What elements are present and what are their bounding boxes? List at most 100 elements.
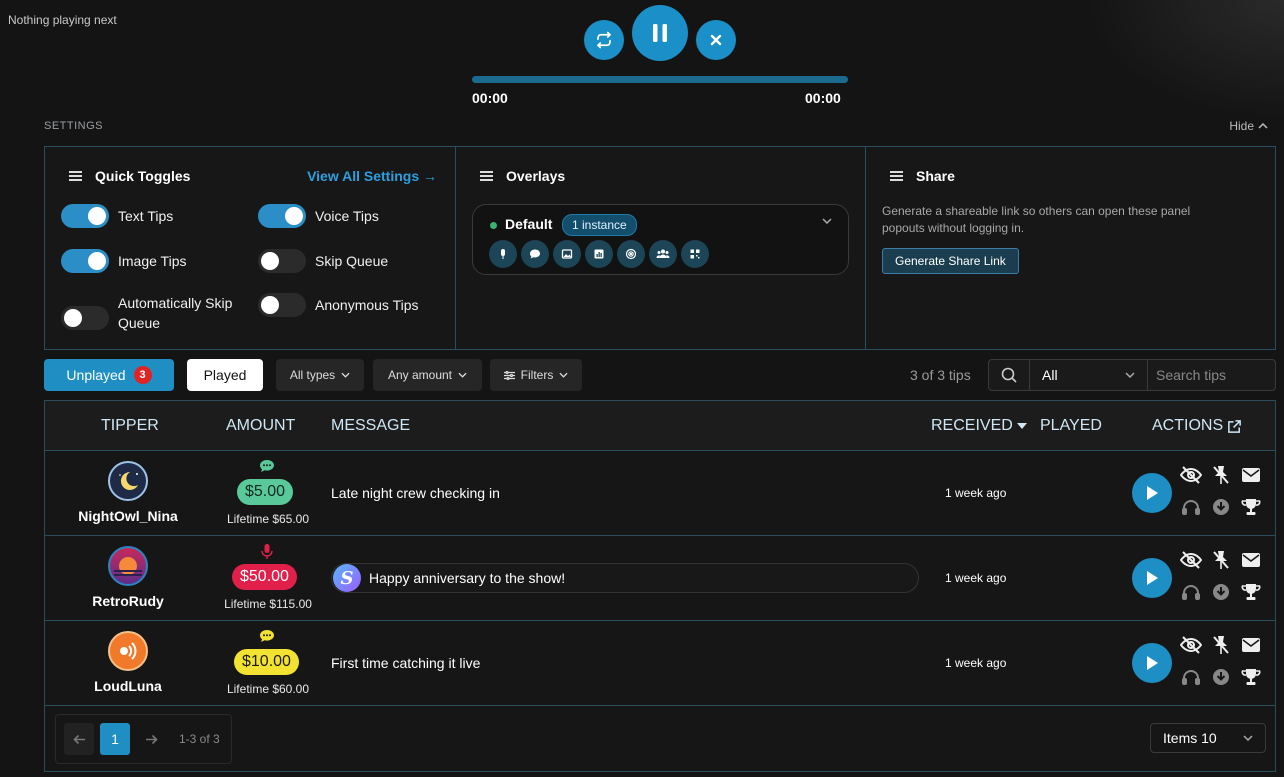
chevron-down-icon xyxy=(1125,372,1135,378)
microphone-icon[interactable] xyxy=(489,240,517,268)
share-label: Share xyxy=(916,168,955,184)
toggle-label: Voice Tips xyxy=(315,208,379,224)
toggle-switch[interactable] xyxy=(61,249,109,273)
overlays-panel: Overlays Default 1 instance xyxy=(456,147,866,349)
hide-tip-button[interactable] xyxy=(1180,464,1202,486)
message-tipper-button[interactable] xyxy=(1240,464,1262,486)
toggle-text-tips[interactable]: Text Tips xyxy=(61,204,173,228)
toggle-image-tips[interactable]: Image Tips xyxy=(61,249,186,273)
listen-tip-button[interactable] xyxy=(1180,666,1202,688)
pin-off-icon xyxy=(1213,636,1229,654)
toggle-switch[interactable] xyxy=(61,204,109,228)
header-tipper[interactable]: TIPPER xyxy=(101,417,159,435)
received-label: RECEIVED xyxy=(931,417,1013,434)
award-tip-button[interactable] xyxy=(1240,666,1262,688)
tipper-name[interactable]: LoudLuna xyxy=(45,678,211,694)
search-icon xyxy=(1001,367,1017,383)
amount-filter-label: Any amount xyxy=(387,368,453,382)
eye-slash-icon xyxy=(1180,466,1202,484)
hide-tip-button[interactable] xyxy=(1180,634,1202,656)
target-icon[interactable] xyxy=(617,240,645,268)
status-dot xyxy=(490,222,497,229)
listen-tip-button[interactable] xyxy=(1180,496,1202,518)
tip-message: Happy anniversary to the show! xyxy=(369,570,566,586)
tipper-name[interactable]: RetroRudy xyxy=(45,593,211,609)
group-icon[interactable] xyxy=(649,240,677,268)
amount-badge: $50.00 xyxy=(232,564,297,590)
chat-icon[interactable] xyxy=(521,240,549,268)
lifetime-total: Lifetime $115.00 xyxy=(224,597,312,611)
items-per-page-select[interactable]: Items 10 xyxy=(1150,723,1266,753)
type-filter-dropdown[interactable]: All types xyxy=(276,359,364,391)
repeat-button[interactable] xyxy=(584,20,624,60)
hide-tip-button[interactable] xyxy=(1180,549,1202,571)
download-icon xyxy=(1213,669,1229,685)
download-tip-button[interactable] xyxy=(1210,666,1232,688)
played-tab[interactable]: Played xyxy=(187,359,263,391)
table-row: RetroRudy $50.00 Lifetime $115.00 S Happ… xyxy=(45,536,1275,621)
play-tip-button[interactable] xyxy=(1132,473,1172,513)
toggle-switch[interactable] xyxy=(258,249,306,273)
amount-filter-dropdown[interactable]: Any amount xyxy=(373,359,482,391)
header-played[interactable]: PLAYED xyxy=(1040,417,1102,435)
hide-settings-button[interactable]: Hide xyxy=(1229,119,1268,133)
headphones-icon xyxy=(1182,500,1200,515)
search-input[interactable]: Search tips xyxy=(1148,360,1275,390)
chevron-down-icon[interactable] xyxy=(822,218,832,224)
message-tipper-button[interactable] xyxy=(1240,634,1262,656)
unpin-tip-button[interactable] xyxy=(1210,549,1232,571)
overlays-label: Overlays xyxy=(506,168,566,184)
tipper-name[interactable]: NightOwl_Nina xyxy=(45,508,211,524)
qr-icon[interactable] xyxy=(681,240,709,268)
lifetime-total: Lifetime $60.00 xyxy=(226,682,310,696)
unpin-tip-button[interactable] xyxy=(1210,464,1232,486)
external-link-icon[interactable] xyxy=(1227,419,1242,434)
prev-page-button[interactable] xyxy=(64,723,94,755)
toggle-switch[interactable] xyxy=(258,293,306,317)
toggle-auto-skip-queue[interactable]: Automatically Skip Queue xyxy=(61,293,248,333)
search-scope-select[interactable]: All xyxy=(1030,360,1148,390)
unplayed-tab[interactable]: Unplayed 3 xyxy=(44,359,174,391)
unpin-tip-button[interactable] xyxy=(1210,634,1232,656)
overlay-item-default[interactable]: Default 1 instance xyxy=(472,204,849,275)
quick-toggles-label: Quick Toggles xyxy=(95,168,191,184)
toggle-switch[interactable] xyxy=(61,305,109,330)
filters-dropdown[interactable]: Filters xyxy=(490,359,582,391)
stop-button[interactable] xyxy=(696,20,736,60)
eye-slash-icon xyxy=(1180,636,1202,654)
award-tip-button[interactable] xyxy=(1240,496,1262,518)
play-tip-button[interactable] xyxy=(1132,558,1172,598)
playback-progress-bar[interactable] xyxy=(472,76,848,83)
next-page-button[interactable] xyxy=(136,723,166,755)
toggle-voice-tips[interactable]: Voice Tips xyxy=(258,204,379,228)
eye-slash-icon xyxy=(1180,551,1202,569)
header-amount[interactable]: AMOUNT xyxy=(226,417,295,435)
received-time: 1 week ago xyxy=(945,571,1007,585)
generate-share-link-button[interactable]: Generate Share Link xyxy=(882,248,1019,274)
header-received[interactable]: RECEIVED xyxy=(931,417,1027,435)
sort-desc-icon xyxy=(1016,423,1027,429)
tip-message: First time catching it live xyxy=(331,655,481,671)
download-tip-button[interactable] xyxy=(1210,496,1232,518)
search-button[interactable] xyxy=(989,360,1030,390)
view-all-settings-link[interactable]: View All Settings → xyxy=(307,168,437,184)
download-icon xyxy=(1213,584,1229,600)
play-tip-button[interactable] xyxy=(1132,643,1172,683)
page-button-1[interactable]: 1 xyxy=(100,723,130,755)
voice-message-player[interactable]: S Happy anniversary to the show! xyxy=(331,563,919,593)
search-scope-value: All xyxy=(1042,367,1058,383)
microphone-icon xyxy=(259,543,275,559)
award-tip-button[interactable] xyxy=(1240,581,1262,603)
close-icon xyxy=(710,34,722,46)
image-icon[interactable] xyxy=(553,240,581,268)
amount-badge: $5.00 xyxy=(237,479,294,505)
chart-icon[interactable] xyxy=(585,240,613,268)
toggle-anonymous-tips[interactable]: Anonymous Tips xyxy=(258,293,419,317)
toggle-skip-queue[interactable]: Skip Queue xyxy=(258,249,388,273)
message-tipper-button[interactable] xyxy=(1240,549,1262,571)
download-tip-button[interactable] xyxy=(1210,581,1232,603)
search-group: All Search tips xyxy=(988,359,1276,391)
pause-button[interactable] xyxy=(632,5,688,61)
toggle-switch[interactable] xyxy=(258,204,306,228)
listen-tip-button[interactable] xyxy=(1180,581,1202,603)
